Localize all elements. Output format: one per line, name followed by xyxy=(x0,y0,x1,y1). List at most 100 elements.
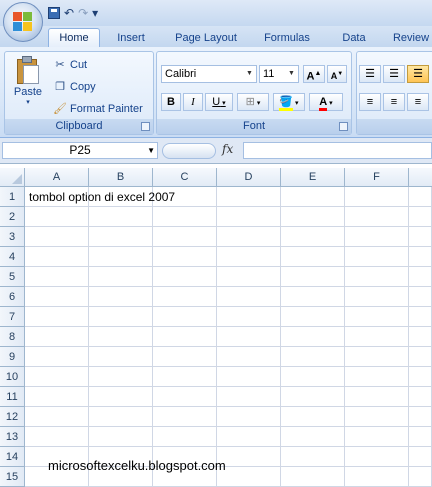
cell[interactable] xyxy=(345,407,409,427)
cell[interactable] xyxy=(345,307,409,327)
cell[interactable] xyxy=(217,267,281,287)
cell[interactable] xyxy=(409,367,432,387)
cell[interactable] xyxy=(281,427,345,447)
tab-review[interactable]: Review xyxy=(386,29,432,47)
cell[interactable] xyxy=(217,307,281,327)
format-painter-button[interactable]: 🖌 Format Painter xyxy=(53,100,143,118)
cell[interactable] xyxy=(153,407,217,427)
bold-button[interactable]: B xyxy=(161,93,181,111)
column-header-e[interactable]: E xyxy=(281,168,345,186)
cell[interactable] xyxy=(89,367,153,387)
tab-data[interactable]: Data xyxy=(334,29,374,47)
align-right-button[interactable]: ≡ xyxy=(407,93,429,111)
cell[interactable] xyxy=(345,387,409,407)
fill-color-button[interactable]: 🪣 ▾ xyxy=(273,93,305,111)
cell[interactable] xyxy=(217,407,281,427)
align-top-button[interactable]: ☰ xyxy=(359,65,381,83)
chevron-down-icon[interactable]: ▼ xyxy=(147,143,155,158)
row-header[interactable]: 11 xyxy=(0,387,25,407)
cell[interactable] xyxy=(25,307,89,327)
paste-button[interactable]: Paste ▾ xyxy=(9,54,47,116)
paste-dropdown-icon[interactable]: ▾ xyxy=(9,98,47,106)
cell[interactable] xyxy=(281,327,345,347)
cell[interactable] xyxy=(89,207,153,227)
office-button[interactable] xyxy=(3,2,43,42)
cell[interactable] xyxy=(217,427,281,447)
cell[interactable] xyxy=(281,467,345,487)
cell[interactable] xyxy=(409,227,432,247)
cell[interactable] xyxy=(217,247,281,267)
cell[interactable] xyxy=(345,227,409,247)
cell[interactable] xyxy=(25,267,89,287)
cell[interactable] xyxy=(409,407,432,427)
cell[interactable] xyxy=(217,367,281,387)
cell[interactable] xyxy=(409,427,432,447)
column-header-c[interactable]: C xyxy=(153,168,217,186)
cell[interactable] xyxy=(25,347,89,367)
cell[interactable] xyxy=(25,227,89,247)
cell[interactable] xyxy=(25,207,89,227)
row-header[interactable]: 3 xyxy=(0,227,25,247)
row-header[interactable]: 6 xyxy=(0,287,25,307)
cell[interactable] xyxy=(89,247,153,267)
cell[interactable] xyxy=(409,467,432,487)
borders-button[interactable]: ⊞ ▾ xyxy=(237,93,269,111)
redo-icon[interactable]: ↷ xyxy=(78,6,88,20)
clipboard-launcher-icon[interactable] xyxy=(141,122,150,131)
shrink-font-button[interactable]: A▼ xyxy=(327,65,347,83)
row-header[interactable]: 14 xyxy=(0,447,25,467)
cell[interactable] xyxy=(217,207,281,227)
cell[interactable] xyxy=(153,307,217,327)
formula-input[interactable] xyxy=(243,142,432,159)
cell[interactable] xyxy=(25,407,89,427)
column-header-f[interactable]: F xyxy=(345,168,409,186)
cell[interactable] xyxy=(281,207,345,227)
column-header-d[interactable]: D xyxy=(217,168,281,186)
cell[interactable] xyxy=(345,447,409,467)
cell[interactable] xyxy=(281,447,345,467)
column-header-a[interactable]: A xyxy=(25,168,89,186)
cell[interactable] xyxy=(345,207,409,227)
cell[interactable] xyxy=(89,427,153,447)
cell[interactable] xyxy=(345,367,409,387)
cell[interactable] xyxy=(217,467,281,487)
cell[interactable] xyxy=(25,367,89,387)
tab-page-layout[interactable]: Page Layout xyxy=(166,29,246,47)
cell[interactable] xyxy=(153,427,217,447)
cell[interactable] xyxy=(409,327,432,347)
save-icon[interactable] xyxy=(48,7,60,19)
cell[interactable] xyxy=(281,267,345,287)
cell[interactable] xyxy=(345,267,409,287)
align-middle-button[interactable]: ☰ xyxy=(383,65,405,83)
tab-home[interactable]: Home xyxy=(48,28,100,49)
cell[interactable] xyxy=(89,407,153,427)
cell[interactable] xyxy=(25,327,89,347)
cell[interactable] xyxy=(217,327,281,347)
font-size-select[interactable]: 11 ▼ xyxy=(259,65,299,83)
row-header[interactable]: 8 xyxy=(0,327,25,347)
cell[interactable] xyxy=(345,467,409,487)
cell[interactable] xyxy=(409,307,432,327)
font-color-button[interactable]: A ▾ xyxy=(309,93,343,111)
column-header-g[interactable] xyxy=(409,168,432,186)
undo-icon[interactable]: ↶ xyxy=(64,6,74,20)
column-header-b[interactable]: B xyxy=(89,168,153,186)
row-header[interactable]: 1 xyxy=(0,187,25,207)
cell[interactable] xyxy=(409,207,432,227)
cell[interactable] xyxy=(409,267,432,287)
row-header[interactable]: 12 xyxy=(0,407,25,427)
row-header[interactable]: 9 xyxy=(0,347,25,367)
cell[interactable] xyxy=(281,227,345,247)
cell[interactable] xyxy=(217,347,281,367)
align-center-button[interactable]: ≡ xyxy=(383,93,405,111)
cell[interactable] xyxy=(281,247,345,267)
cell[interactable] xyxy=(153,327,217,347)
cell[interactable] xyxy=(345,247,409,267)
tab-insert[interactable]: Insert xyxy=(106,29,156,47)
cell[interactable] xyxy=(217,187,281,207)
underline-button[interactable]: U ▾ xyxy=(205,93,233,111)
align-left-button[interactable]: ≡ xyxy=(359,93,381,111)
row-header[interactable]: 7 xyxy=(0,307,25,327)
cell[interactable] xyxy=(89,387,153,407)
cell[interactable] xyxy=(345,287,409,307)
